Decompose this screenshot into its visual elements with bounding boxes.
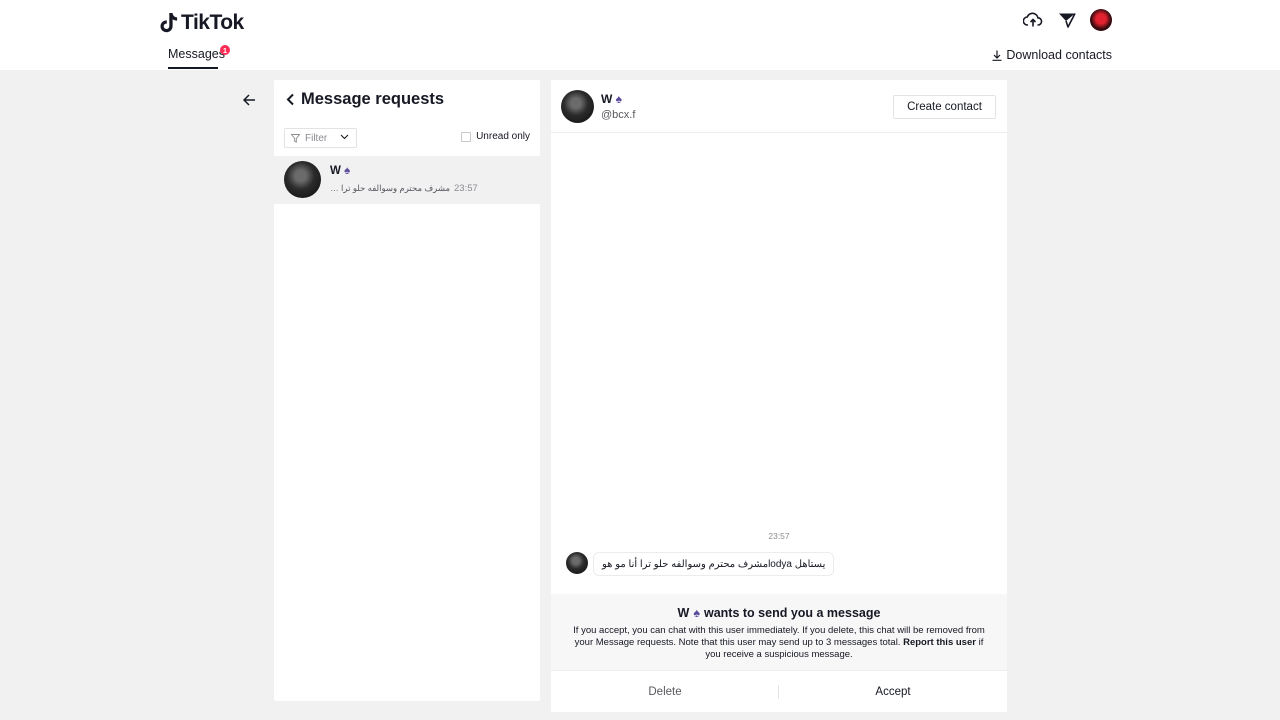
request-description: If you accept, you can chat with this us… [573,625,985,660]
accept-button[interactable]: Accept [779,671,1007,712]
conversation-name: W ♠ [330,165,351,177]
spade-emoji: ♠ [615,92,623,106]
tab-messages-label: Messages [168,47,225,61]
message-requests-panel: Message requests Filter Unread only W ♠ … [274,80,540,701]
download-contacts-label: Download contacts [1006,48,1112,62]
conversation-preview: مشرف محترم وسوالفه حلو ترا أنا مو هو [330,183,450,193]
message-requests-header[interactable]: Message requests [286,90,444,109]
inbox-send-icon[interactable] [1056,9,1078,31]
conversation-item[interactable]: W ♠ مشرف محترم وسوالفه حلو ترا أنا مو هو… [274,156,540,204]
conversation-time: 23:57 [454,183,478,194]
filter-label: Filter [305,132,328,144]
spade-emoji: ♠ [344,165,351,177]
unread-only-checkbox[interactable] [461,131,472,142]
request-title: W ♠ wants to send you a message [677,606,881,620]
download-icon [992,50,1002,61]
report-user-link[interactable]: Report this user [903,637,976,648]
chevron-down-icon [340,134,349,140]
upload-cloud-icon[interactable] [1022,9,1044,31]
active-tab-indicator [168,67,218,69]
profile-avatar[interactable] [1090,9,1112,31]
brand-name: TikTok [181,11,244,34]
create-contact-button[interactable]: Create contact [893,95,996,119]
tiktok-logo[interactable]: TikTok [160,11,244,35]
message-timestamp: 23:57 [768,531,790,541]
chevron-left-icon [286,93,294,106]
avatar[interactable] [566,552,588,574]
unread-badge: 1 [220,45,230,55]
spade-emoji: ♠ [693,606,700,620]
download-contacts-link[interactable]: Download contacts [992,48,1112,62]
unread-only-label: Unread only [476,131,530,142]
back-arrow-button[interactable] [237,88,261,112]
top-navigation-bar: TikTok Messages 1 Download contacts [0,0,1280,70]
tiktok-note-icon [160,13,178,33]
avatar [284,161,321,198]
request-actions: Delete Accept [551,670,1007,712]
tab-messages[interactable]: Messages 1 [168,45,230,70]
unread-only-toggle[interactable]: Unread only [461,131,530,142]
chat-user-name[interactable]: W ♠ [601,92,622,106]
panel-title: Message requests [301,90,445,108]
arrow-left-icon [242,94,255,106]
chat-panel: W ♠ @bcx.f Create contact 23:57 يستاهل l… [551,80,1007,712]
message-request-notice: W ♠ wants to send you a message If you ac… [551,594,1007,670]
message-bubble: يستاهل lodyaمشرف محترم وسوالفه حلو ترا أ… [593,552,835,576]
filter-icon [291,133,300,143]
filter-dropdown[interactable]: Filter [284,128,357,148]
top-actions [1022,9,1112,31]
delete-button[interactable]: Delete [551,671,779,712]
chat-header: W ♠ @bcx.f Create contact [551,80,1007,133]
chat-user-handle: @bcx.f [601,109,636,121]
avatar[interactable] [561,90,594,123]
